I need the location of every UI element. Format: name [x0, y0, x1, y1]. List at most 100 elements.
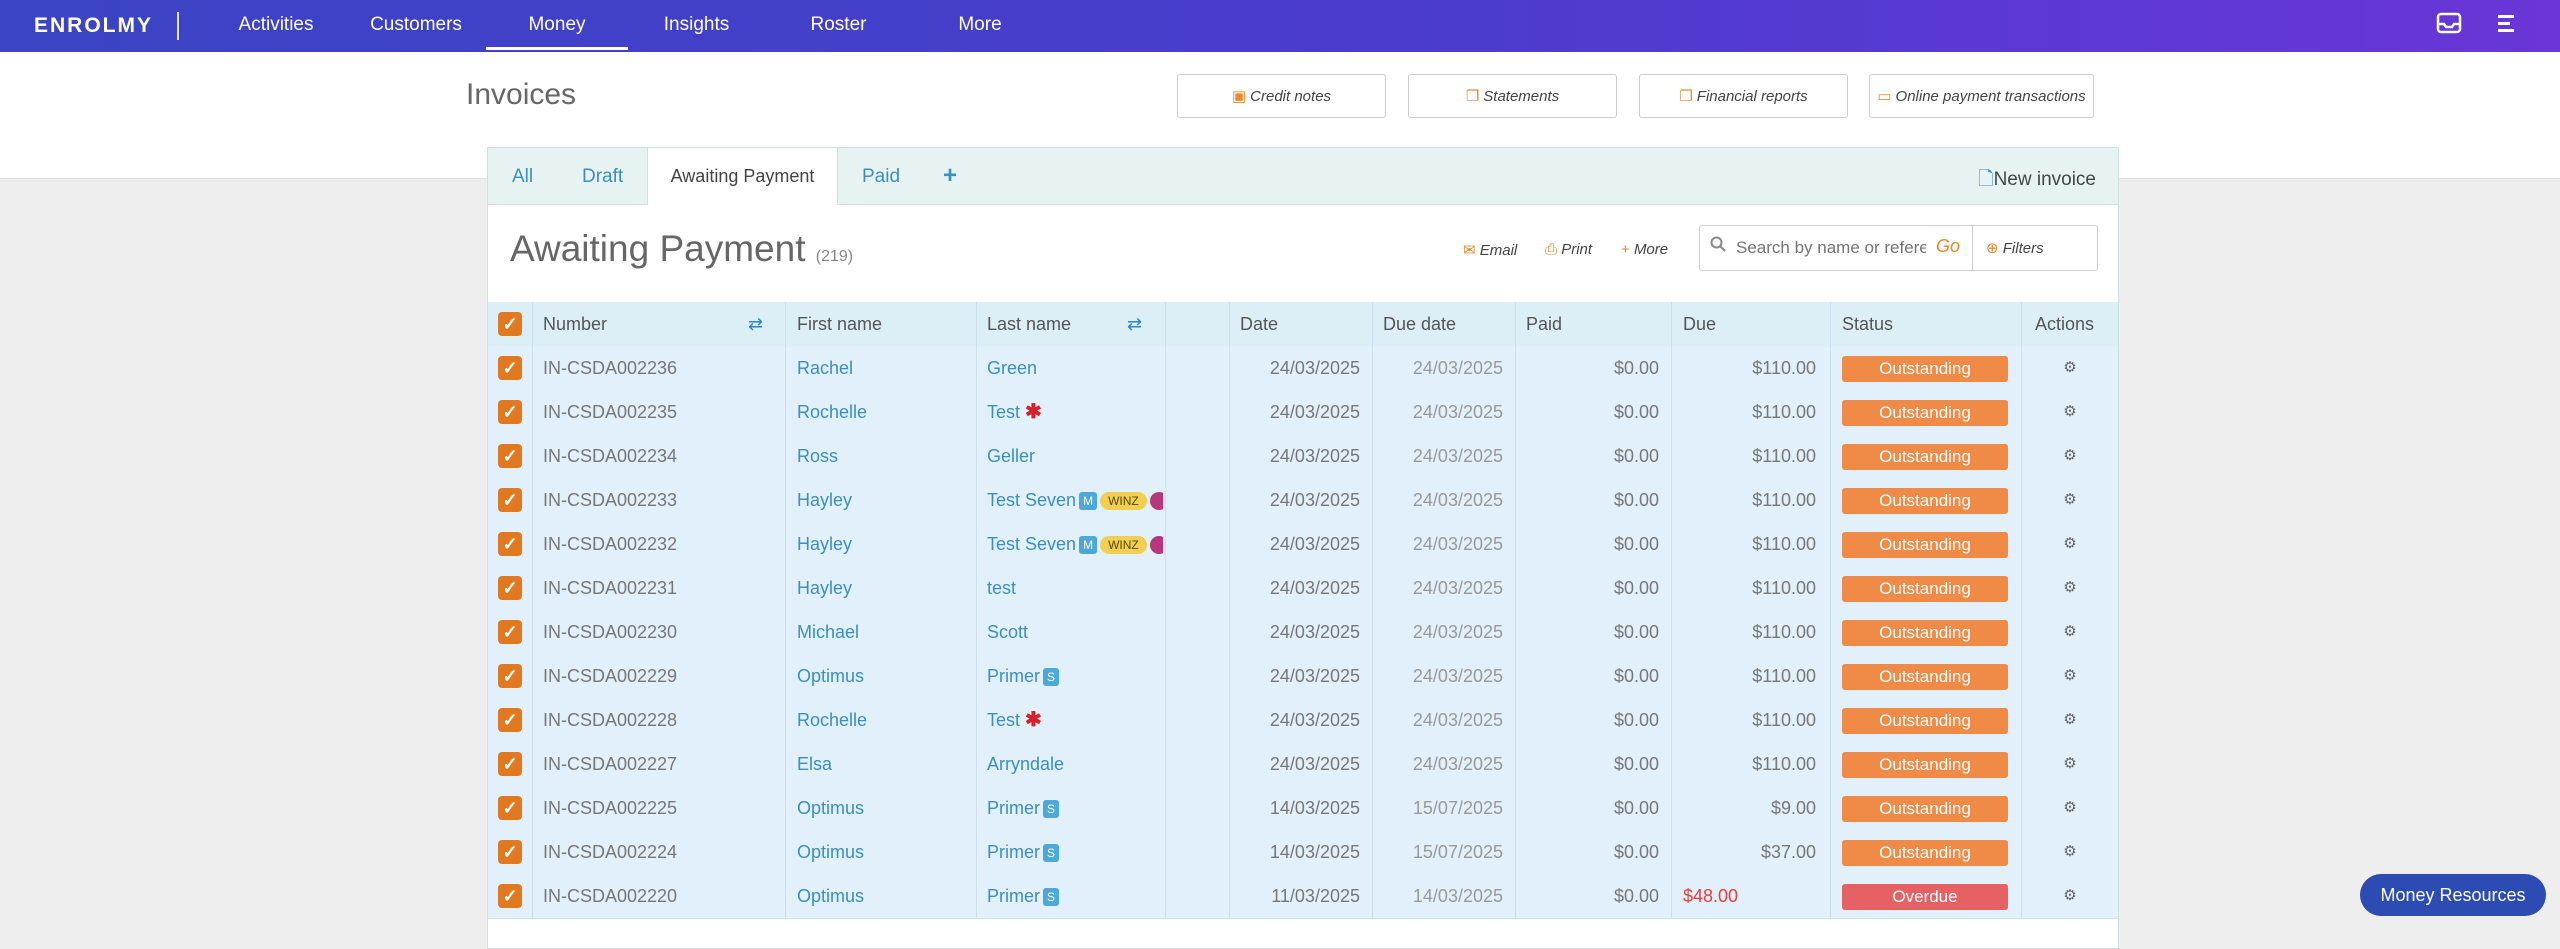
gear-icon[interactable]: ⚙ [2035, 566, 2105, 610]
tab-draft[interactable]: Draft [582, 166, 623, 188]
last-name-link[interactable]: Test [987, 402, 1020, 422]
last-name-link[interactable]: Geller [987, 446, 1035, 466]
financial-reports-button[interactable]: ❐ Financial reports [1639, 74, 1848, 118]
add-tab-plus-icon[interactable]: + [943, 162, 957, 190]
col-number[interactable]: Number [543, 302, 713, 346]
row-checkbox[interactable]: ✓ [498, 356, 522, 380]
row-checkbox[interactable]: ✓ [498, 532, 522, 556]
invoice-number[interactable]: IN-CSDA002233 [543, 478, 778, 522]
first-name-link[interactable]: Michael [797, 610, 967, 654]
invoice-number[interactable]: IN-CSDA002229 [543, 654, 778, 698]
table-row[interactable]: ✓ IN-CSDA002224 Optimus Primer S 14/03/2025 15… [488, 830, 2118, 875]
email-action[interactable]: ✉ Email [1463, 241, 1517, 259]
invoice-number[interactable]: IN-CSDA002236 [543, 346, 778, 390]
first-name-link[interactable]: Elsa [797, 742, 967, 786]
first-name-link[interactable]: Optimus [797, 830, 967, 874]
tab-awaiting-payment[interactable]: Awaiting Payment [647, 148, 838, 205]
invoice-number[interactable]: IN-CSDA002235 [543, 390, 778, 434]
table-row[interactable]: ✓ IN-CSDA002235 Rochelle Test ✱ 24/03/2025 24… [488, 390, 2118, 435]
nav-roster[interactable]: Roster [800, 14, 877, 36]
invoice-number[interactable]: IN-CSDA002227 [543, 742, 778, 786]
tab-paid[interactable]: Paid [862, 166, 900, 188]
invoice-number[interactable]: IN-CSDA002234 [543, 434, 778, 478]
last-name-link[interactable]: Arryndale [987, 754, 1064, 774]
last-name-link[interactable]: Primer [987, 886, 1040, 906]
select-all-checkbox[interactable]: ✓ [498, 312, 522, 336]
table-row[interactable]: ✓ IN-CSDA002225 Optimus Primer S 14/03/2025 15… [488, 786, 2118, 831]
row-checkbox[interactable]: ✓ [498, 664, 522, 688]
gear-icon[interactable]: ⚙ [2035, 874, 2105, 918]
table-row[interactable]: ✓ IN-CSDA002229 Optimus Primer S 24/03/2025 24… [488, 654, 2118, 699]
gear-icon[interactable]: ⚙ [2035, 698, 2105, 742]
search-go-button[interactable]: Go [1936, 236, 1960, 257]
gear-icon[interactable]: ⚙ [2035, 654, 2105, 698]
gear-icon[interactable]: ⚙ [2035, 830, 2105, 874]
row-checkbox[interactable]: ✓ [498, 708, 522, 732]
inbox-icon[interactable] [2436, 12, 2462, 41]
col-paid[interactable]: Paid [1526, 302, 1646, 346]
row-checkbox[interactable]: ✓ [498, 840, 522, 864]
table-row[interactable]: ✓ IN-CSDA002233 Hayley Test Seven M WINZ 24/0… [488, 478, 2118, 523]
last-name-link[interactable]: Primer [987, 666, 1040, 686]
col-due-date[interactable]: Due date [1383, 302, 1503, 346]
nav-money[interactable]: Money [486, 14, 628, 36]
last-name-link[interactable]: Green [987, 358, 1037, 378]
nav-activities[interactable]: Activities [236, 14, 316, 36]
first-name-link[interactable]: Optimus [797, 654, 967, 698]
nav-insights[interactable]: Insights [654, 14, 739, 36]
tab-all[interactable]: All [512, 166, 533, 188]
row-checkbox[interactable]: ✓ [498, 752, 522, 776]
search-input[interactable] [1734, 235, 1928, 261]
nav-more[interactable]: More [950, 14, 1010, 36]
invoice-number[interactable]: IN-CSDA002228 [543, 698, 778, 742]
row-checkbox[interactable]: ✓ [498, 796, 522, 820]
invoice-number[interactable]: IN-CSDA002220 [543, 874, 778, 918]
last-name-link[interactable]: Test Seven [987, 490, 1076, 510]
credit-notes-button[interactable]: ▣ Credit notes [1177, 74, 1386, 118]
table-row[interactable]: ✓ IN-CSDA002228 Rochelle Test ✱ 24/03/2025 24… [488, 698, 2118, 743]
online-payment-transactions-button[interactable]: ▭ Online payment transactions [1869, 74, 2094, 118]
table-row[interactable]: ✓ IN-CSDA002236 Rachel Green 24/03/2025 24/03… [488, 346, 2118, 391]
row-checkbox[interactable]: ✓ [498, 620, 522, 644]
gear-icon[interactable]: ⚙ [2035, 346, 2105, 390]
menu-icon[interactable] [2496, 12, 2518, 41]
gear-icon[interactable]: ⚙ [2035, 742, 2105, 786]
last-name-link[interactable]: test [987, 578, 1016, 598]
money-resources-button[interactable]: Money Resources [2360, 874, 2546, 916]
table-row[interactable]: ✓ IN-CSDA002234 Ross Geller 24/03/2025 24/03/… [488, 434, 2118, 479]
last-name-link[interactable]: Primer [987, 842, 1040, 862]
row-checkbox[interactable]: ✓ [498, 400, 522, 424]
invoice-number[interactable]: IN-CSDA002225 [543, 786, 778, 830]
table-row[interactable]: ✓ IN-CSDA002227 Elsa Arryndale 24/03/2025 24/… [488, 742, 2118, 787]
logo[interactable]: ENROLMY [34, 14, 153, 38]
first-name-link[interactable]: Optimus [797, 874, 967, 918]
new-invoice-button[interactable]: 🗋New invoice [1978, 165, 2096, 197]
first-name-link[interactable]: Optimus [797, 786, 967, 830]
table-row[interactable]: ✓ IN-CSDA002232 Hayley Test Seven M WINZ 24/0… [488, 522, 2118, 567]
table-row[interactable]: ✓ IN-CSDA002231 Hayley test 24/03/2025 24/03/… [488, 566, 2118, 611]
last-name-link[interactable]: Test Seven [987, 534, 1076, 554]
col-due[interactable]: Due [1683, 302, 1803, 346]
col-first-name[interactable]: First name [797, 302, 967, 346]
first-name-link[interactable]: Rachel [797, 346, 967, 390]
row-checkbox[interactable]: ✓ [498, 444, 522, 468]
gear-icon[interactable]: ⚙ [2035, 478, 2105, 522]
col-last-name[interactable]: Last name [987, 302, 1137, 346]
gear-icon[interactable]: ⚙ [2035, 522, 2105, 566]
first-name-link[interactable]: Rochelle [797, 390, 967, 434]
invoice-number[interactable]: IN-CSDA002231 [543, 566, 778, 610]
invoice-number[interactable]: IN-CSDA002224 [543, 830, 778, 874]
row-checkbox[interactable]: ✓ [498, 488, 522, 512]
statements-button[interactable]: ❐ Statements [1408, 74, 1617, 118]
col-date[interactable]: Date [1240, 302, 1360, 346]
sort-number-icon[interactable]: ⇄ [748, 302, 772, 346]
sort-last-name-icon[interactable]: ⇄ [1127, 302, 1151, 346]
more-action[interactable]: + More [1621, 241, 1668, 258]
last-name-link[interactable]: Test [987, 710, 1020, 730]
last-name-link[interactable]: Scott [987, 622, 1028, 642]
first-name-link[interactable]: Ross [797, 434, 967, 478]
invoice-number[interactable]: IN-CSDA002232 [543, 522, 778, 566]
first-name-link[interactable]: Rochelle [797, 698, 967, 742]
table-row[interactable]: ✓ IN-CSDA002220 Optimus Primer S 11/03/2025 14… [488, 874, 2118, 919]
row-checkbox[interactable]: ✓ [498, 576, 522, 600]
